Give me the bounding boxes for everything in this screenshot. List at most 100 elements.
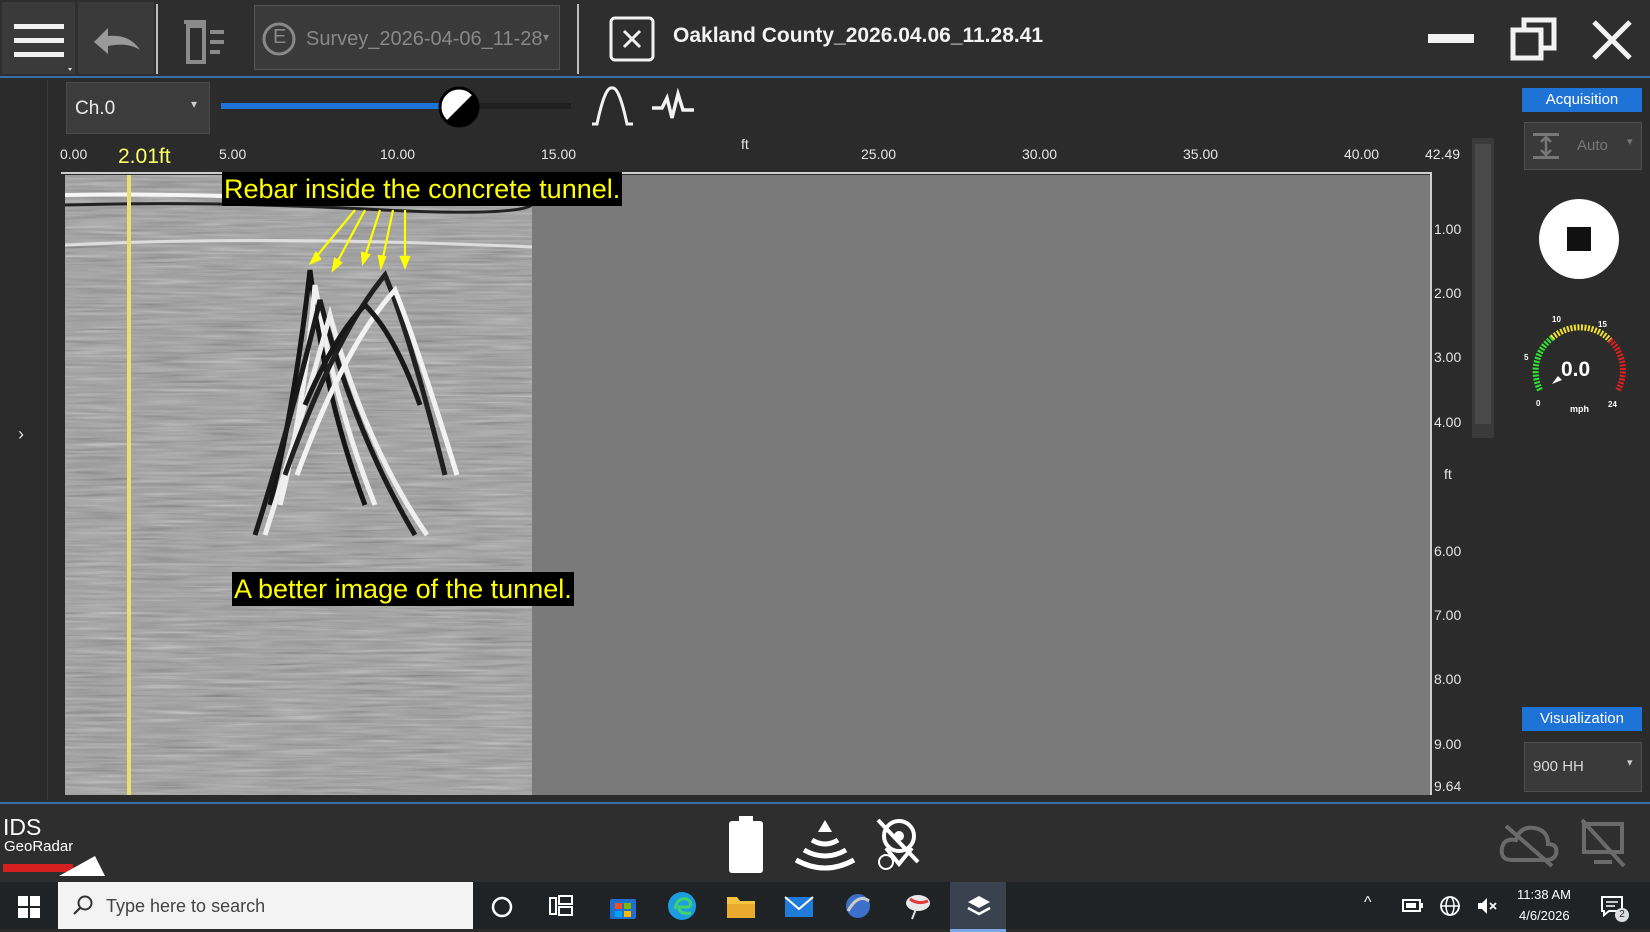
mail-icon[interactable] [784, 893, 814, 919]
cortana-icon[interactable] [490, 895, 514, 919]
logo-line2: GeoRadar [4, 838, 74, 855]
x-tick-label: 15.00 [541, 146, 577, 162]
x-tick-label: 5.00 [219, 146, 247, 162]
app-globe-icon[interactable] [843, 891, 873, 921]
active-georadar-app[interactable] [950, 882, 1006, 932]
tunnel-annotation: A better image of the tunnel. [232, 572, 574, 606]
speed-unit: mph [1570, 404, 1589, 414]
contrast-knob-icon[interactable] [438, 86, 480, 128]
app-toolbar: E Survey_2026-04-06_11-28 ▾ Oakland Coun… [0, 0, 1650, 78]
antenna-signal-icon [794, 820, 856, 871]
gain-slider-fill [221, 103, 459, 109]
trash-list-icon [184, 20, 224, 64]
tray-chevron-up-icon[interactable]: ^ [1364, 894, 1372, 912]
acquisition-mode-value: Auto [1577, 137, 1608, 154]
y-tick-label: 9.00 [1434, 736, 1462, 752]
y-tick-label: 9.64 [1434, 778, 1462, 794]
right-control-panel: Acquisition Auto ▾ 0.0 mph 0 5 10 15 24 … [1500, 80, 1648, 800]
file-explorer-icon[interactable] [726, 892, 756, 920]
gps-off-icon [876, 818, 920, 870]
minimize-icon[interactable] [1428, 30, 1474, 46]
tray-battery-icon[interactable] [1402, 898, 1424, 914]
window-title: Oakland County_2026.04.06_11.28.41 [673, 24, 1044, 47]
acquisition-button[interactable]: Acquisition [1522, 88, 1642, 112]
vertical-scrollbar[interactable] [1472, 138, 1494, 438]
speed-value: 0.0 [1561, 358, 1591, 381]
chevron-down-icon: ▾ [1627, 757, 1633, 769]
x-unit-label: ft [741, 136, 749, 152]
channel-select[interactable]: Ch.0 ▾ [66, 82, 210, 134]
clock-time[interactable]: 11:38 AM [1517, 887, 1571, 902]
undo-icon [94, 28, 140, 54]
restore-icon[interactable] [1510, 16, 1558, 62]
search-placeholder: Type here to search [106, 896, 266, 916]
survey-name: Survey_2026-04-06_11-28 [306, 28, 543, 50]
status-bar: IDS GeoRadar [0, 802, 1650, 884]
cursor-line[interactable] [127, 175, 131, 795]
y-tick-label: 1.00 [1434, 221, 1462, 237]
acquisition-mode-select[interactable]: Auto ▾ [1524, 122, 1642, 170]
x-tick-label: 40.00 [1344, 146, 1380, 162]
x-tick-label: 30.00 [1022, 146, 1058, 162]
survey-prefix: E [273, 26, 287, 48]
speed-mark: 5 [1524, 353, 1529, 362]
vertical-scale-icon [1533, 133, 1559, 159]
bell-curve-icon[interactable] [589, 84, 635, 128]
clock-date[interactable]: 4/6/2026 [1519, 908, 1570, 923]
speed-mark: 15 [1598, 320, 1607, 329]
device-disconnected-icon [1580, 818, 1626, 868]
undo-button[interactable] [78, 2, 154, 74]
y-tick-label: 4.00 [1434, 414, 1462, 430]
menu-button[interactable] [2, 2, 75, 74]
left-side-panel: › [2, 80, 48, 800]
x-tick-label: 42.49 [1425, 146, 1461, 162]
app-satellite-icon[interactable] [902, 891, 932, 921]
x-tick-label: 25.00 [861, 146, 897, 162]
stop-record-button[interactable] [1538, 198, 1620, 280]
taskbar-search-input[interactable]: Type here to search [58, 882, 473, 929]
logo-swoosh-icon [3, 856, 105, 876]
rebar-annotation: Rebar inside the concrete tunnel. [222, 172, 623, 206]
y-tick-label: 6.00 [1434, 543, 1462, 559]
search-icon [73, 895, 93, 915]
chevron-down-icon: ▾ [191, 97, 198, 111]
close-survey-icon[interactable] [609, 16, 655, 62]
y-tick-label: 7.00 [1434, 607, 1462, 623]
edge-browser-icon[interactable] [667, 891, 697, 921]
waveform-icon[interactable] [650, 88, 696, 124]
ids-georadar-logo: IDS GeoRadar [3, 814, 113, 876]
tray-network-globe-icon[interactable] [1439, 895, 1461, 917]
cloud-off-icon [1499, 824, 1559, 868]
y-tick-label: 3.00 [1434, 349, 1462, 365]
close-window-icon[interactable] [1590, 18, 1634, 62]
georadar-app-icon [967, 896, 991, 916]
speed-mark: 10 [1552, 315, 1561, 324]
chevron-down-icon: ▾ [543, 30, 550, 44]
tray-volume-muted-icon[interactable] [1476, 896, 1498, 916]
battery-icon [729, 816, 763, 873]
visualization-select[interactable]: 900 HH ▾ [1524, 742, 1642, 792]
task-view-icon[interactable] [548, 894, 574, 918]
x-tick-label: 10.00 [380, 146, 416, 162]
gain-slider[interactable] [221, 86, 571, 128]
visualization-value: 900 HH [1533, 758, 1584, 775]
y-tick-label: 8.00 [1434, 671, 1462, 687]
survey-select[interactable]: E Survey_2026-04-06_11-28 ▾ [254, 5, 560, 70]
channel-value: Ch.0 [75, 98, 116, 119]
notification-count-badge: 2 [1615, 908, 1629, 922]
x-tick-label: 0.00 [60, 146, 88, 162]
windows-start-icon[interactable] [18, 896, 40, 918]
expand-panel-chevron-icon[interactable]: › [18, 424, 24, 445]
store-app-icon[interactable] [608, 891, 638, 921]
y-ruler-line [1430, 172, 1432, 795]
scrollbar-thumb[interactable] [1475, 144, 1491, 424]
x-tick-label: 35.00 [1183, 146, 1219, 162]
visualization-button[interactable]: Visualization [1522, 707, 1642, 731]
radargram-scan-image [65, 175, 532, 795]
delete-button[interactable] [162, 2, 242, 74]
cursor-position-label: 2.01ft [118, 145, 171, 168]
y-unit-label: ft [1444, 466, 1452, 482]
logo-line1: IDS [3, 814, 42, 840]
hamburger-menu-icon [14, 24, 72, 71]
y-tick-label: 2.00 [1434, 285, 1462, 301]
